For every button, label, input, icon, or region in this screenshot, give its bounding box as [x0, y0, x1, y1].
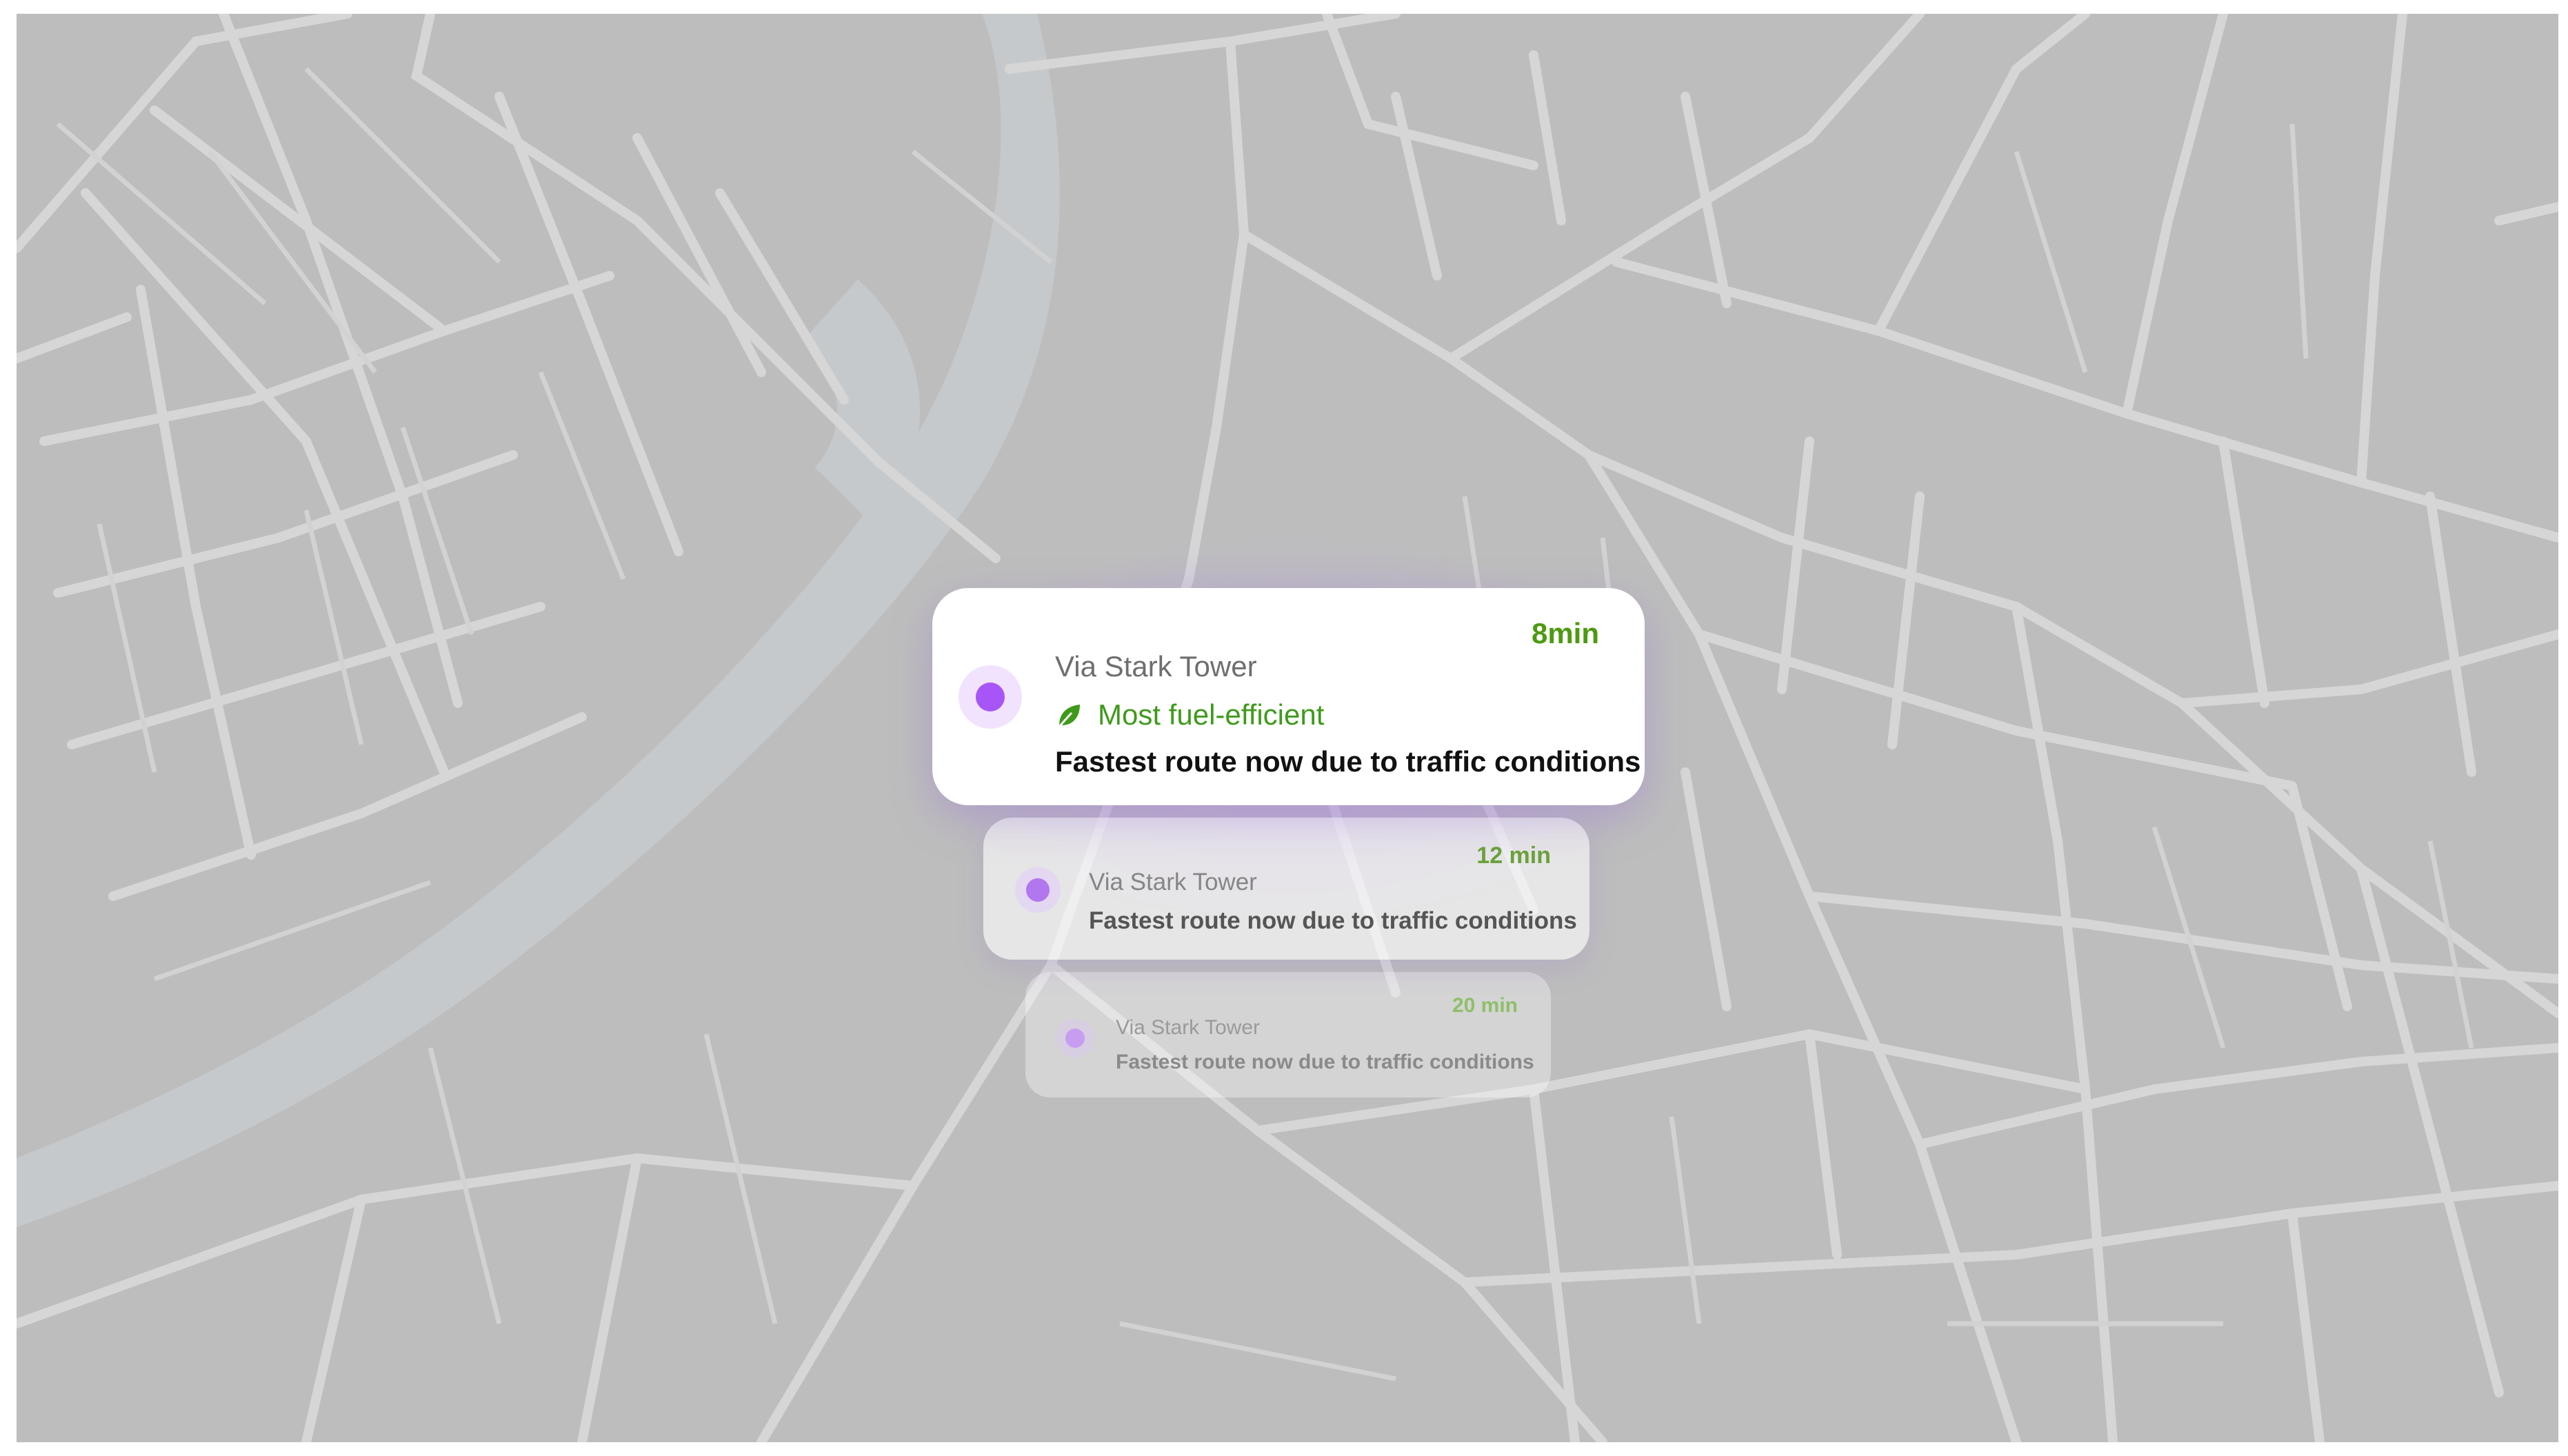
- route-option-card-2[interactable]: 12 min Via Stark Tower Fastest route now…: [983, 818, 1589, 960]
- route-duration: 8min: [1531, 617, 1599, 649]
- route-option-card-1[interactable]: 8min Via Stark Tower Most fuel-efficient…: [932, 588, 1645, 805]
- route-duration: 12 min: [1476, 842, 1551, 869]
- route-description: Fastest route now due to traffic conditi…: [1055, 745, 1641, 778]
- route-duration: 20 min: [1452, 994, 1518, 1017]
- route-option-card-3[interactable]: 20 min Via Stark Tower Fastest route now…: [1025, 972, 1551, 1098]
- route-name: Via Stark Tower: [1089, 869, 1257, 896]
- route-description: Fastest route now due to traffic conditi…: [1116, 1051, 1534, 1073]
- route-marker-icon: [1015, 867, 1061, 913]
- route-name: Via Stark Tower: [1116, 1016, 1260, 1039]
- route-tag: Most fuel-efficient: [1098, 698, 1325, 731]
- route-name: Via Stark Tower: [1055, 650, 1257, 682]
- route-marker-icon: [959, 665, 1022, 729]
- route-marker-icon: [1056, 1019, 1094, 1058]
- leaf-icon: [1058, 705, 1080, 728]
- route-description: Fastest route now due to traffic conditi…: [1089, 907, 1577, 934]
